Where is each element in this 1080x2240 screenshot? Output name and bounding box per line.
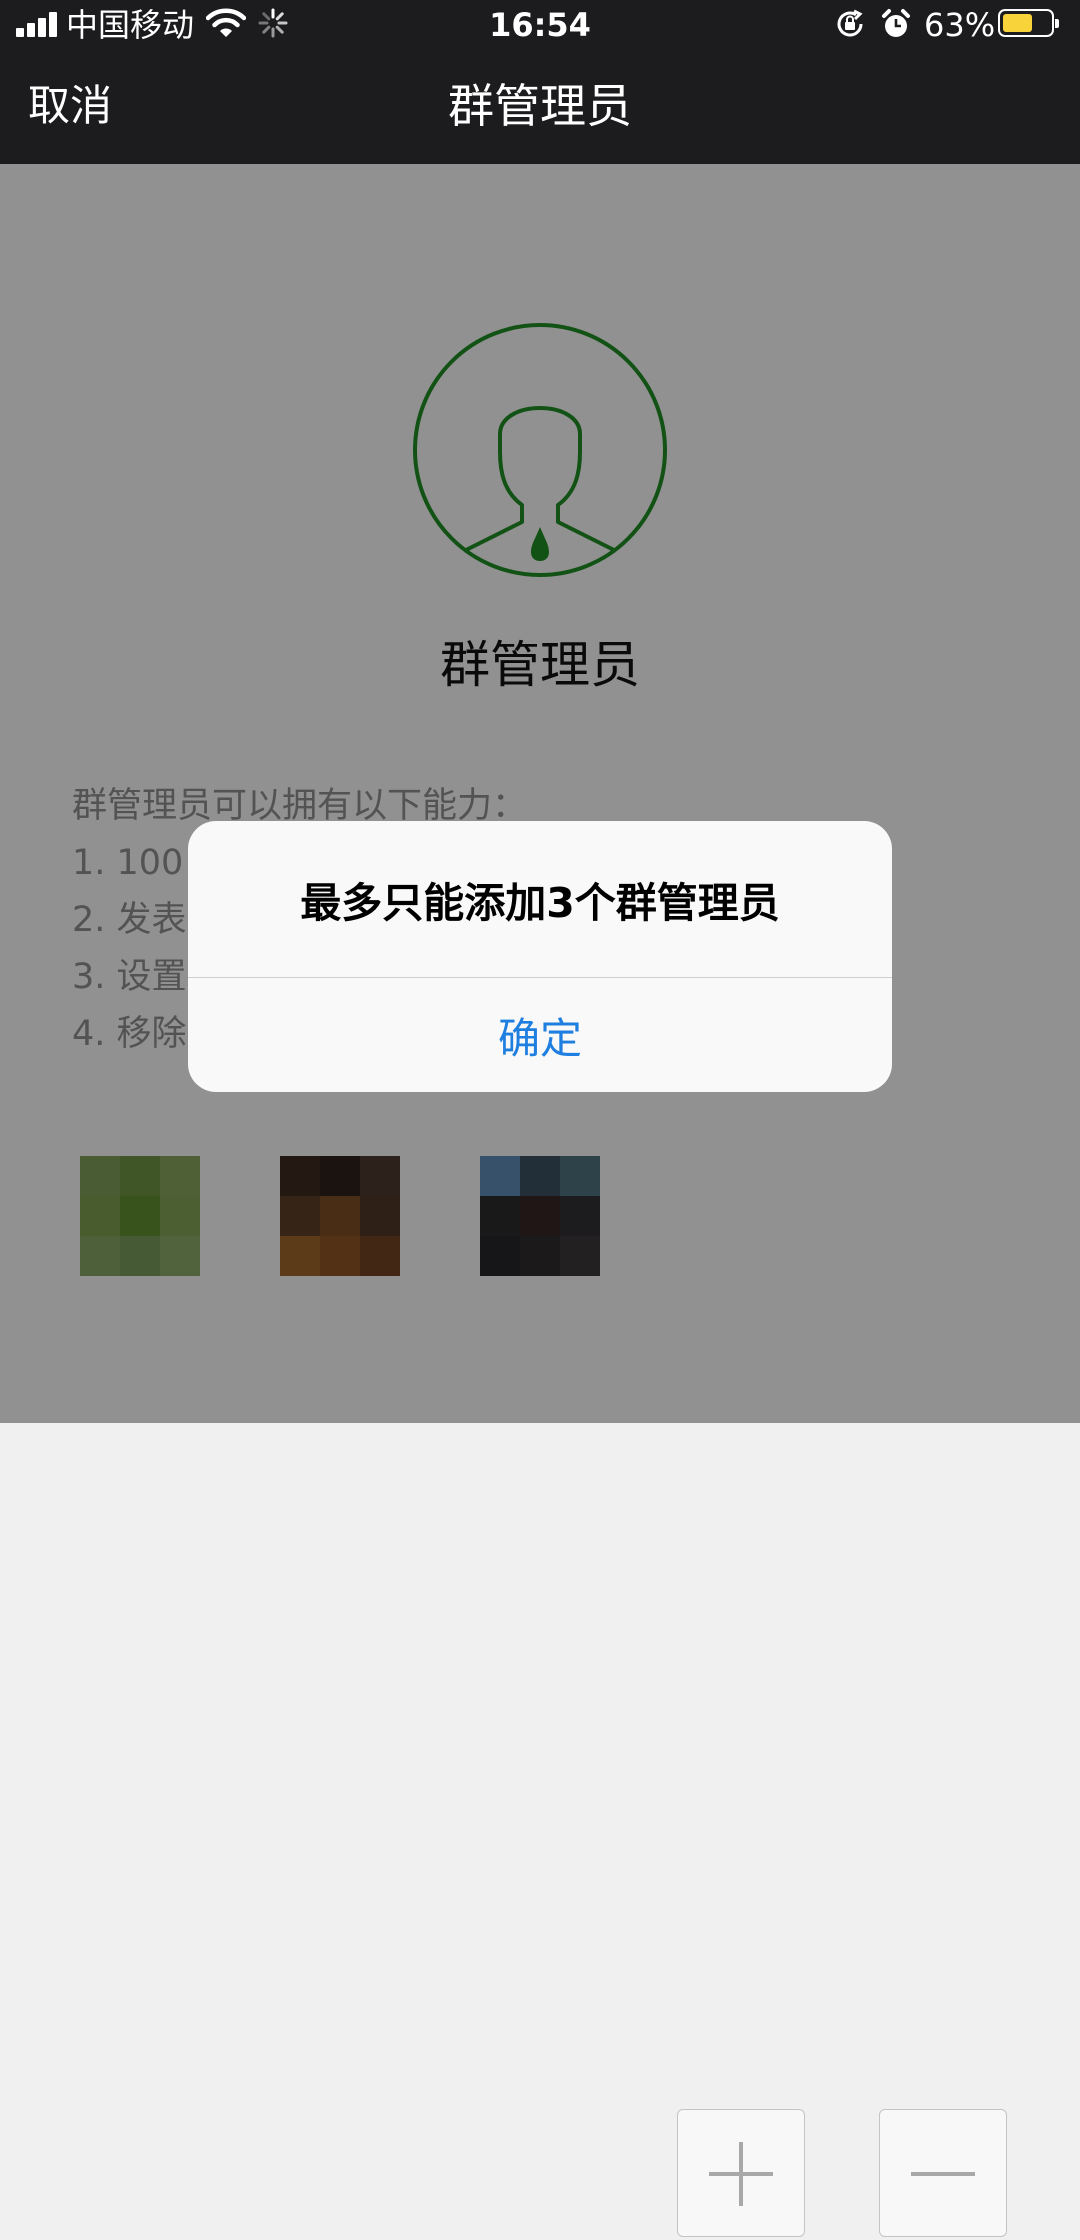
battery-icon: [998, 9, 1059, 37]
alarm-icon: [882, 9, 910, 37]
alert-message: 最多只能添加3个群管理员: [300, 879, 780, 927]
clock-time: 16:54: [489, 6, 591, 44]
page-title: 群管理员: [448, 79, 632, 133]
navigation-bar: 取消 群管理员: [0, 50, 1080, 164]
remove-admin-button[interactable]: [879, 2109, 1007, 2237]
alert-dialog: 最多只能添加3个群管理员 确定: [188, 821, 892, 1092]
modal-backdrop: [0, 164, 1080, 1423]
add-admin-button[interactable]: [677, 2109, 805, 2237]
orientation-lock-icon: [837, 9, 863, 37]
plus-icon: [709, 2142, 773, 2206]
confirm-button[interactable]: 确定: [188, 978, 892, 1092]
status-bar: 中国移动 16:54 63%: [0, 0, 1080, 50]
battery-percentage: 63%: [924, 6, 996, 44]
minus-icon: [911, 2172, 975, 2176]
